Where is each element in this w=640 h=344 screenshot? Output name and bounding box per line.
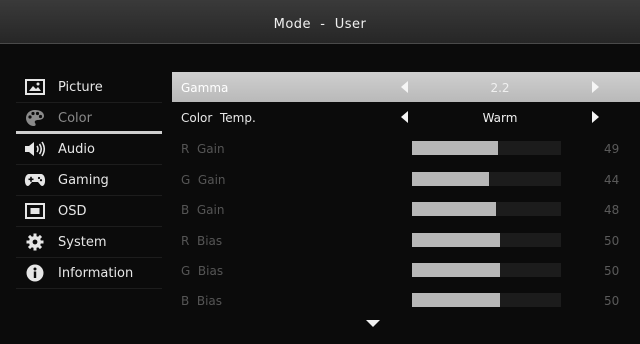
gamma-row[interactable]: Gamma 2.2	[172, 72, 640, 102]
g-bias-label: G Bias	[181, 264, 224, 278]
sidebar-item-gaming[interactable]: Gaming	[16, 165, 162, 195]
arrow-left-icon[interactable]	[401, 111, 408, 123]
color-temp-label: Color Temp.	[181, 111, 256, 125]
sidebar-item-audio[interactable]: Audio	[16, 134, 162, 164]
gamma-label: Gamma	[181, 81, 229, 95]
slider-fill	[412, 233, 500, 247]
slider-fill	[412, 141, 498, 155]
slider-fill	[412, 172, 489, 186]
r-bias-row[interactable]: R Bias 50	[172, 225, 640, 255]
sidebar-item-information[interactable]: Information	[16, 258, 162, 288]
gamepad-icon	[24, 171, 46, 189]
gamma-value: 2.2	[490, 81, 510, 95]
b-gain-value: 48	[604, 203, 620, 217]
sidebar-item-label: Color	[58, 110, 92, 126]
r-gain-slider[interactable]	[412, 141, 561, 155]
mode-title: Mode - User	[273, 17, 367, 32]
gear-icon	[24, 233, 46, 251]
slider-fill	[412, 293, 500, 307]
slider-fill	[412, 202, 496, 216]
slider-fill	[412, 263, 500, 277]
arrow-right-icon[interactable]	[592, 81, 599, 93]
b-gain-slider[interactable]	[412, 202, 561, 216]
sidebar-item-osd[interactable]: OSD	[16, 196, 162, 226]
b-bias-row[interactable]: B Bias 50	[172, 285, 640, 315]
g-gain-label: G Gain	[181, 173, 226, 187]
g-bias-row[interactable]: G Bias 50	[172, 255, 640, 285]
r-bias-label: R Bias	[181, 234, 223, 248]
sidebar: Picture Color Audio Gaming OSD System In…	[16, 72, 162, 322]
sidebar-item-label: Gaming	[58, 172, 109, 188]
sidebar-item-label: OSD	[58, 203, 87, 219]
b-bias-value: 50	[604, 294, 620, 308]
sidebar-item-label: Information	[58, 265, 134, 281]
sidebar-item-system[interactable]: System	[16, 227, 162, 257]
scroll-down-icon[interactable]	[366, 320, 380, 327]
g-bias-slider[interactable]	[412, 263, 561, 277]
r-gain-value: 49	[604, 142, 620, 156]
palette-icon	[24, 109, 46, 127]
g-gain-slider[interactable]	[412, 172, 561, 186]
sidebar-item-label: Picture	[58, 79, 103, 95]
picture-icon	[24, 78, 46, 96]
r-gain-label: R Gain	[181, 142, 225, 156]
b-gain-row[interactable]: B Gain 48	[172, 194, 640, 224]
r-bias-slider[interactable]	[412, 233, 561, 247]
title-bar: Mode - User	[0, 0, 640, 44]
sidebar-item-picture[interactable]: Picture	[16, 72, 162, 102]
g-gain-value: 44	[604, 173, 620, 187]
b-bias-slider[interactable]	[412, 293, 561, 307]
color-temp-value: Warm	[482, 111, 518, 125]
sidebar-item-color[interactable]: Color	[16, 103, 162, 133]
divider	[16, 288, 162, 289]
r-bias-value: 50	[604, 234, 620, 248]
b-gain-label: B Gain	[181, 203, 225, 217]
r-gain-row[interactable]: R Gain 49	[172, 133, 640, 163]
g-gain-row[interactable]: G Gain 44	[172, 164, 640, 194]
info-icon	[24, 264, 46, 282]
sidebar-item-label: System	[58, 234, 107, 250]
b-bias-label: B Bias	[181, 294, 223, 308]
color-temp-row[interactable]: Color Temp. Warm	[172, 102, 640, 132]
arrow-left-icon[interactable]	[401, 81, 408, 93]
sidebar-item-label: Audio	[58, 141, 95, 157]
g-bias-value: 50	[604, 264, 620, 278]
arrow-right-icon[interactable]	[592, 111, 599, 123]
speaker-icon	[24, 140, 46, 158]
osd-menu: Mode - User Picture Color Audio Gaming O…	[0, 0, 640, 344]
osd-icon	[24, 202, 46, 220]
